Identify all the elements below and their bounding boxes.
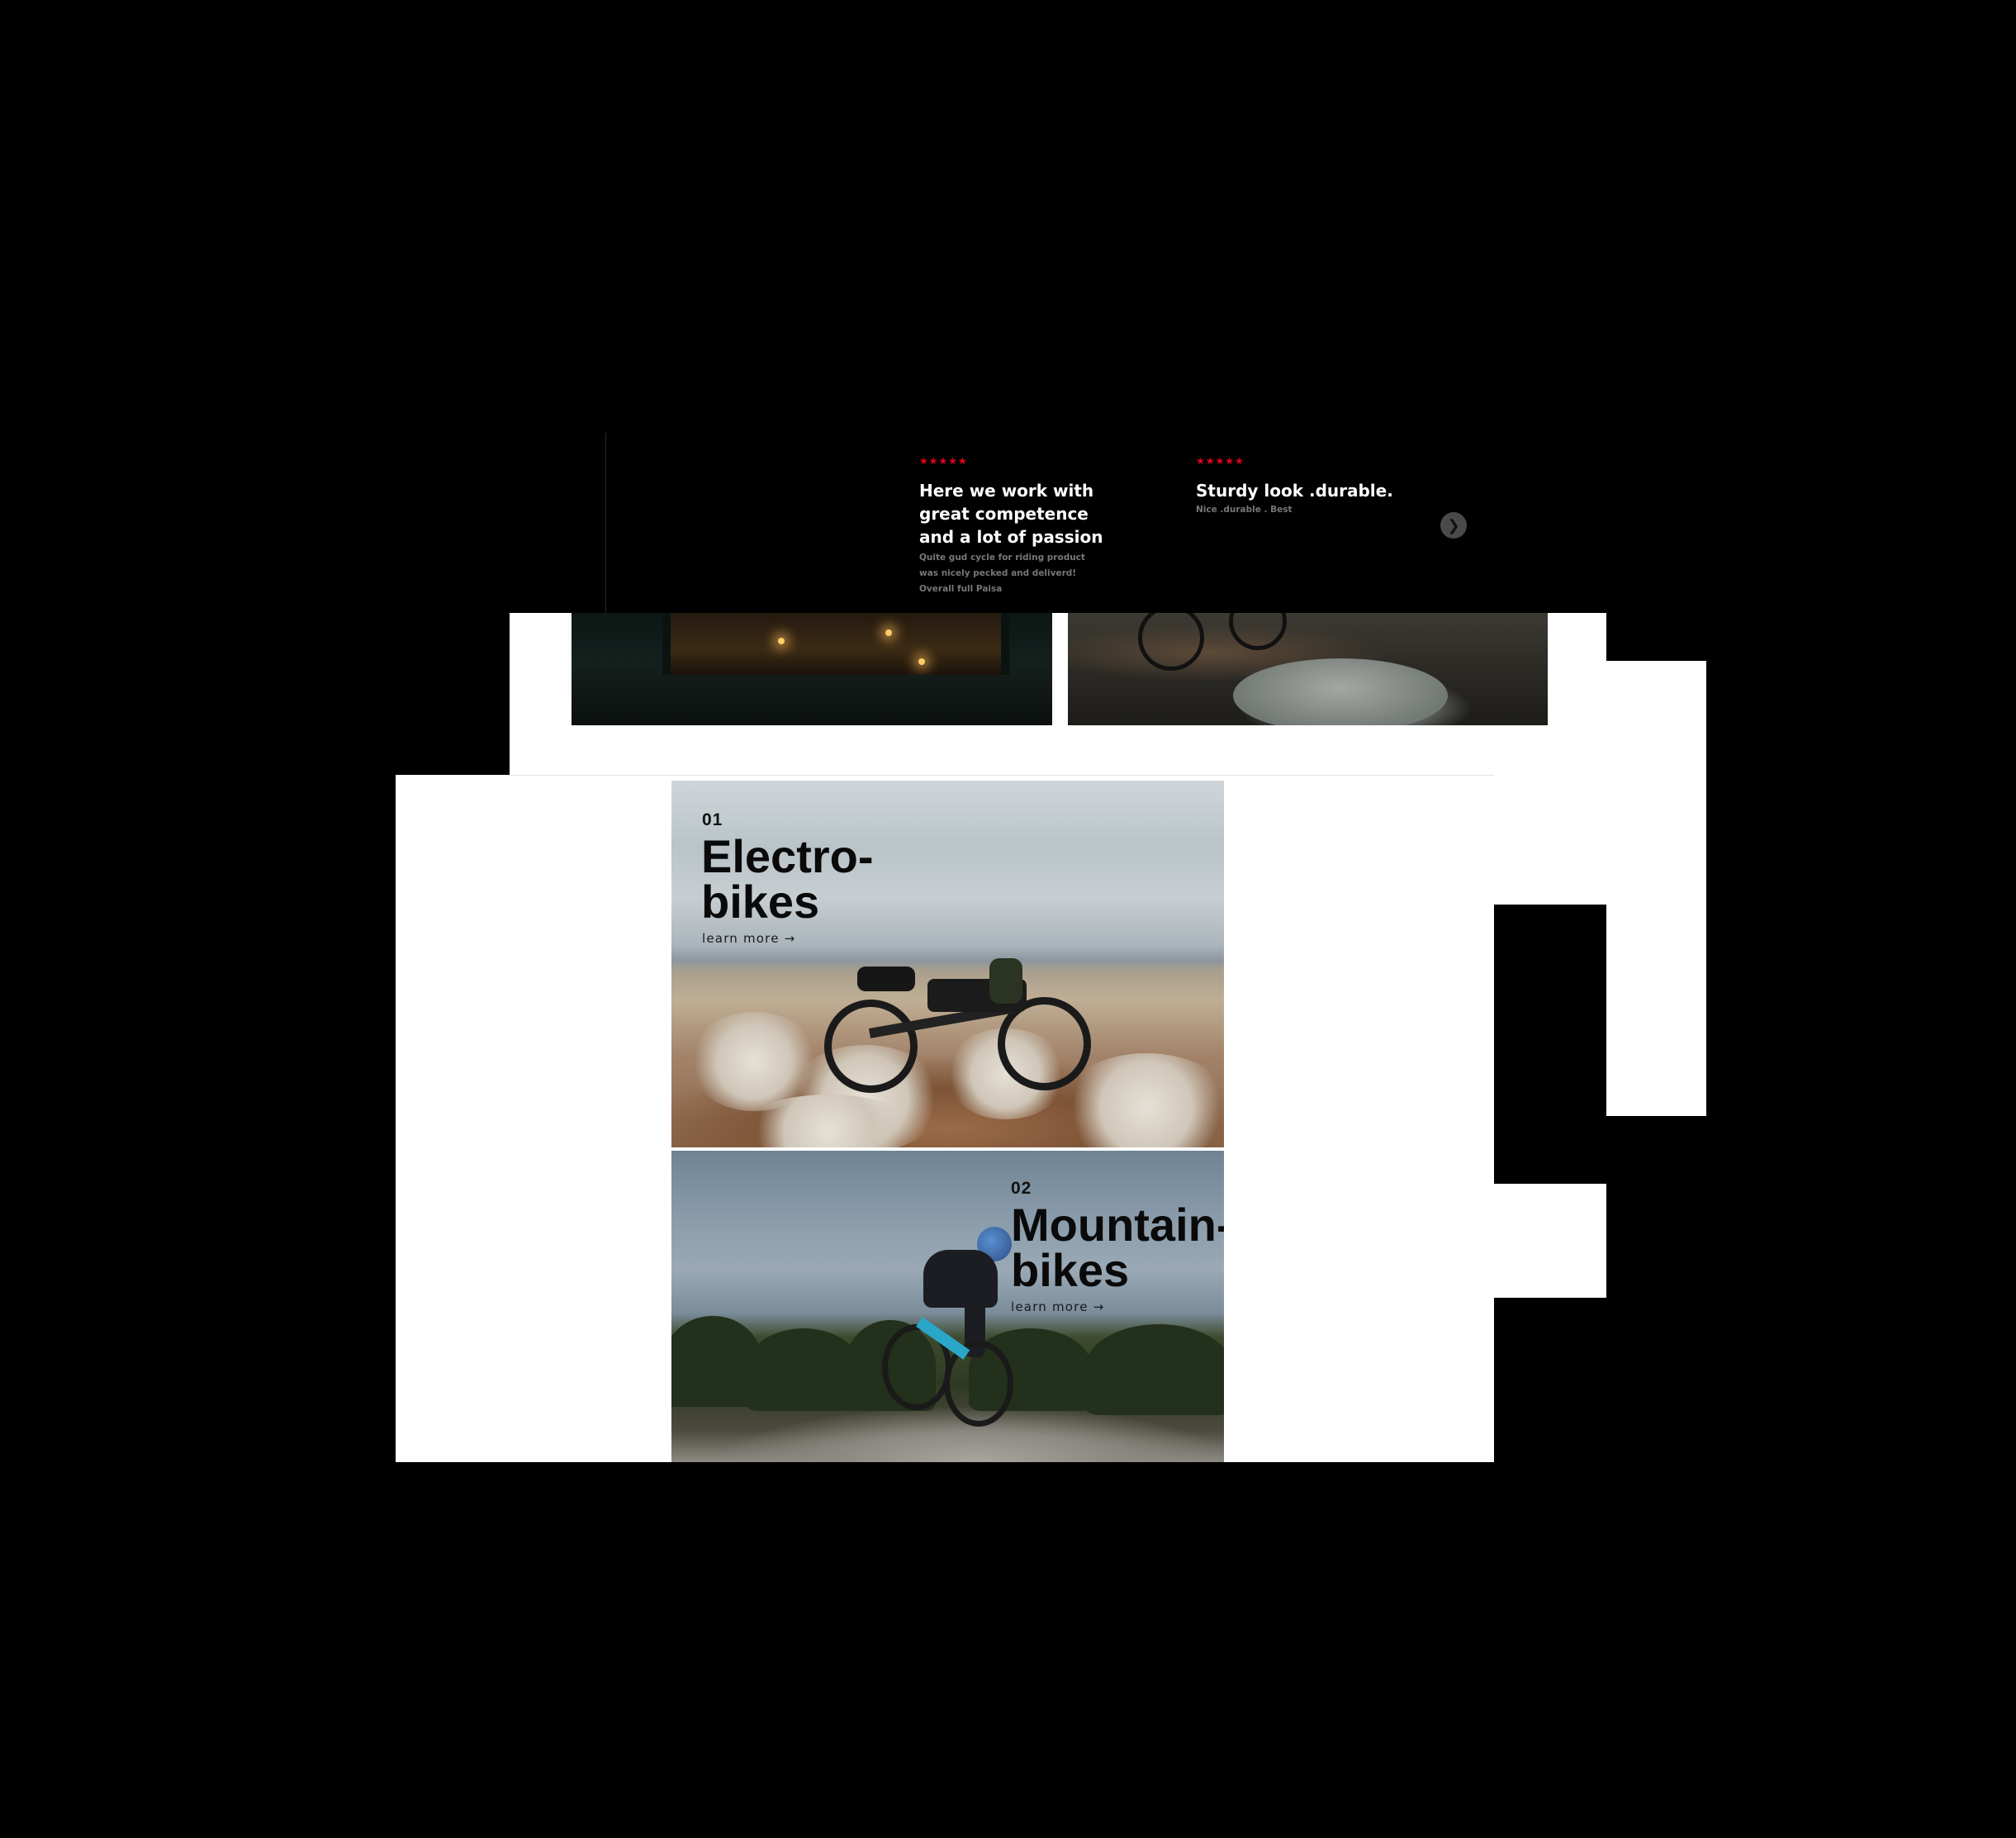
light-glow <box>918 658 925 665</box>
testimonial-title: Here we work with great competence and a… <box>919 481 1103 547</box>
testimonials-divider <box>605 433 606 613</box>
treeline <box>746 1328 861 1411</box>
testimonial-card: ★★★★★ Sturdy look .durable. Nice .durabl… <box>1196 456 1402 518</box>
bar-window <box>662 613 1009 675</box>
rating-stars: ★★★★★ <box>1196 455 1245 467</box>
testimonials-band: ★★★★★ Here we work with great competence… <box>605 433 1606 613</box>
testimonial-title: Sturdy look .durable. <box>1196 481 1393 501</box>
bike-bag <box>857 966 915 991</box>
category-number: 02 <box>1011 1179 1032 1198</box>
learn-more-link[interactable]: learn more → <box>1011 1299 1104 1314</box>
treeline <box>1084 1324 1224 1415</box>
gallery-photo-trail <box>1068 613 1548 725</box>
bike-handlebar-bag <box>989 958 1022 1004</box>
section-divider <box>510 775 1494 776</box>
bar-counter <box>572 675 1052 725</box>
background-panel-right <box>1606 661 1706 1116</box>
carousel-next-button[interactable]: ❯ <box>1440 512 1467 539</box>
light-glow <box>885 629 892 636</box>
chevron-right-icon: ❯ <box>1447 516 1460 534</box>
category-title: Mountain- bikes <box>1011 1199 1224 1296</box>
rider <box>923 1250 998 1308</box>
gallery-photo-bar <box>572 613 1052 725</box>
learn-more-link[interactable]: learn more → <box>702 931 795 946</box>
testimonial-text: Quite gud cycle for riding product was n… <box>919 553 1085 594</box>
background-panel-side-top <box>1494 775 1606 905</box>
rating-stars: ★★★★★ <box>919 455 968 467</box>
bike-rear-wheel <box>824 1000 918 1093</box>
rock <box>1233 658 1448 725</box>
category-number: 01 <box>702 810 723 829</box>
category-card-electro-bikes[interactable]: 01 Electro- bikes learn more → <box>671 781 1224 1147</box>
light-glow <box>778 638 785 644</box>
testimonial-text: Nice .durable . Best <box>1196 505 1293 515</box>
bike-wheel <box>1229 613 1287 650</box>
testimonial-card: ★★★★★ Here we work with great competence… <box>919 456 1126 597</box>
category-title: Electro- bikes <box>701 830 874 928</box>
background-panel-side-bottom <box>1494 1184 1606 1298</box>
bike-wheel <box>1138 613 1204 671</box>
category-card-mountain-bikes[interactable]: 02 Mountain- bikes learn more → <box>671 1151 1224 1462</box>
